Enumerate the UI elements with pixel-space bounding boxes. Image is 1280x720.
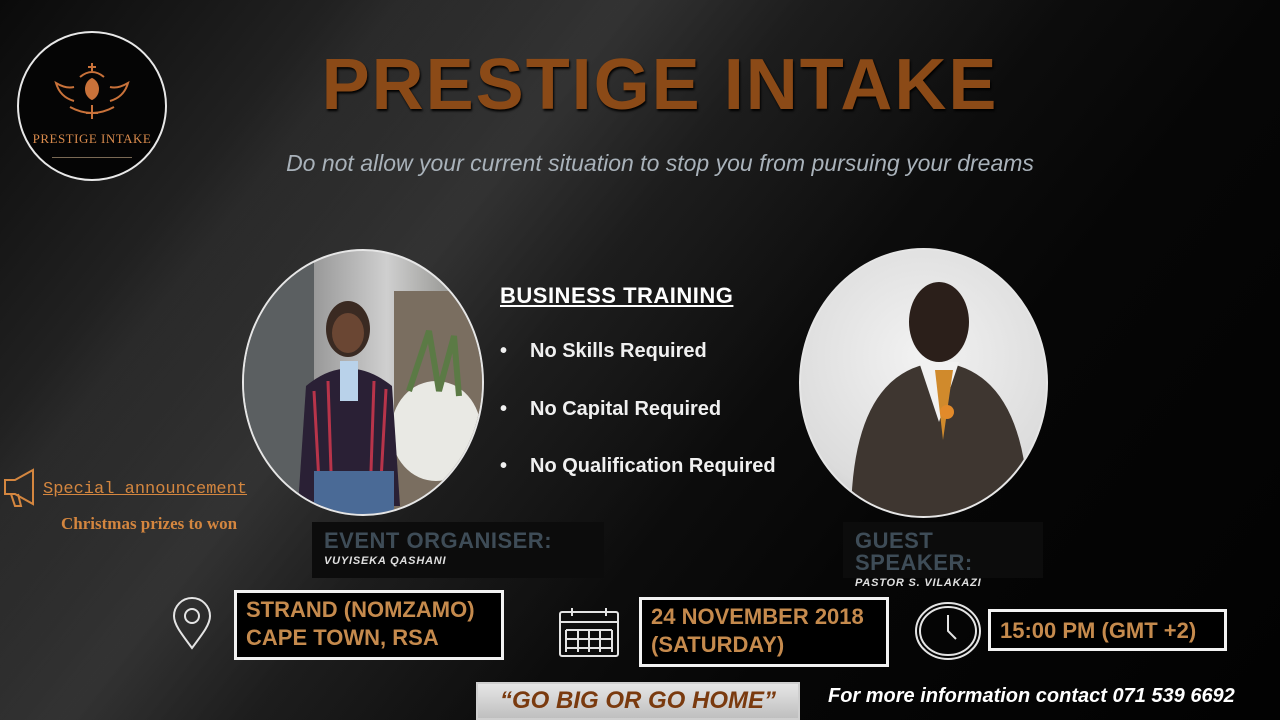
requirement-text: No Skills Required	[530, 340, 707, 362]
list-item: • No Capital Required	[500, 398, 776, 456]
requirement-text: No Capital Required	[530, 397, 722, 420]
bullet: •	[500, 455, 508, 477]
location-box: STRAND (NOMZAMO) CAPE TOWN, RSA	[234, 590, 504, 660]
announcement-title: Special announcement	[43, 480, 248, 499]
bullet: •	[500, 340, 508, 362]
date-line: 24 NOVEMBER 2018	[651, 604, 864, 629]
requirements-list: • No Skills Required • No Capital Required…	[500, 340, 776, 513]
organiser-role: EVENT ORGANISER:	[324, 528, 553, 553]
organiser-caption: EVENT ORGANISER: VUYISEKA QASHANI	[312, 522, 604, 578]
bullet: •	[500, 397, 508, 420]
requirement-text: No Qualification Required	[530, 455, 776, 477]
announcement-subtitle: Christmas prizes to won	[61, 514, 238, 533]
training-title: BUSINESS TRAINING	[500, 283, 734, 308]
location-pin-icon	[164, 596, 220, 657]
speaker-name: PASTOR S. VILAKAZI	[855, 577, 982, 589]
date-line: (SATURDAY)	[651, 632, 785, 657]
speaker-caption: GUEST SPEAKER: PASTOR S. VILAKAZI	[843, 522, 1043, 589]
list-item: • No Skills Required	[500, 340, 776, 398]
list-item: • No Qualification Required	[500, 455, 776, 513]
organiser-name: VUYISEKA QASHANI	[324, 555, 447, 567]
location-line: STRAND (NOMZAMO)	[246, 597, 475, 622]
clock-icon	[914, 601, 982, 666]
megaphone-icon	[3, 466, 41, 515]
organiser-photo	[242, 249, 484, 516]
page-title: PRESTIGE INTAKE	[321, 45, 999, 125]
slogan-banner: “GO BIG OR GO HOME”	[476, 682, 800, 720]
speaker-role: GUEST SPEAKER:	[855, 528, 973, 575]
organiser-portrait-placeholder	[244, 251, 482, 514]
calendar-icon	[558, 606, 620, 663]
tagline: Do not allow your current situation to s…	[286, 150, 1034, 176]
contact-info: For more information contact 071 539 669…	[828, 685, 1235, 707]
speaker-photo	[799, 248, 1048, 518]
time-text: 15:00 PM (GMT +2)	[1000, 618, 1197, 643]
logo-text: PRESTIGE INTAKE	[32, 131, 152, 146]
speaker-portrait-placeholder	[851, 282, 1029, 516]
location-line: CAPE TOWN, RSA	[246, 625, 439, 650]
time-box: 15:00 PM (GMT +2)	[988, 609, 1227, 651]
slogan-text: “GO BIG OR GO HOME”	[499, 687, 776, 714]
date-box: 24 NOVEMBER 2018 (SATURDAY)	[639, 597, 889, 667]
